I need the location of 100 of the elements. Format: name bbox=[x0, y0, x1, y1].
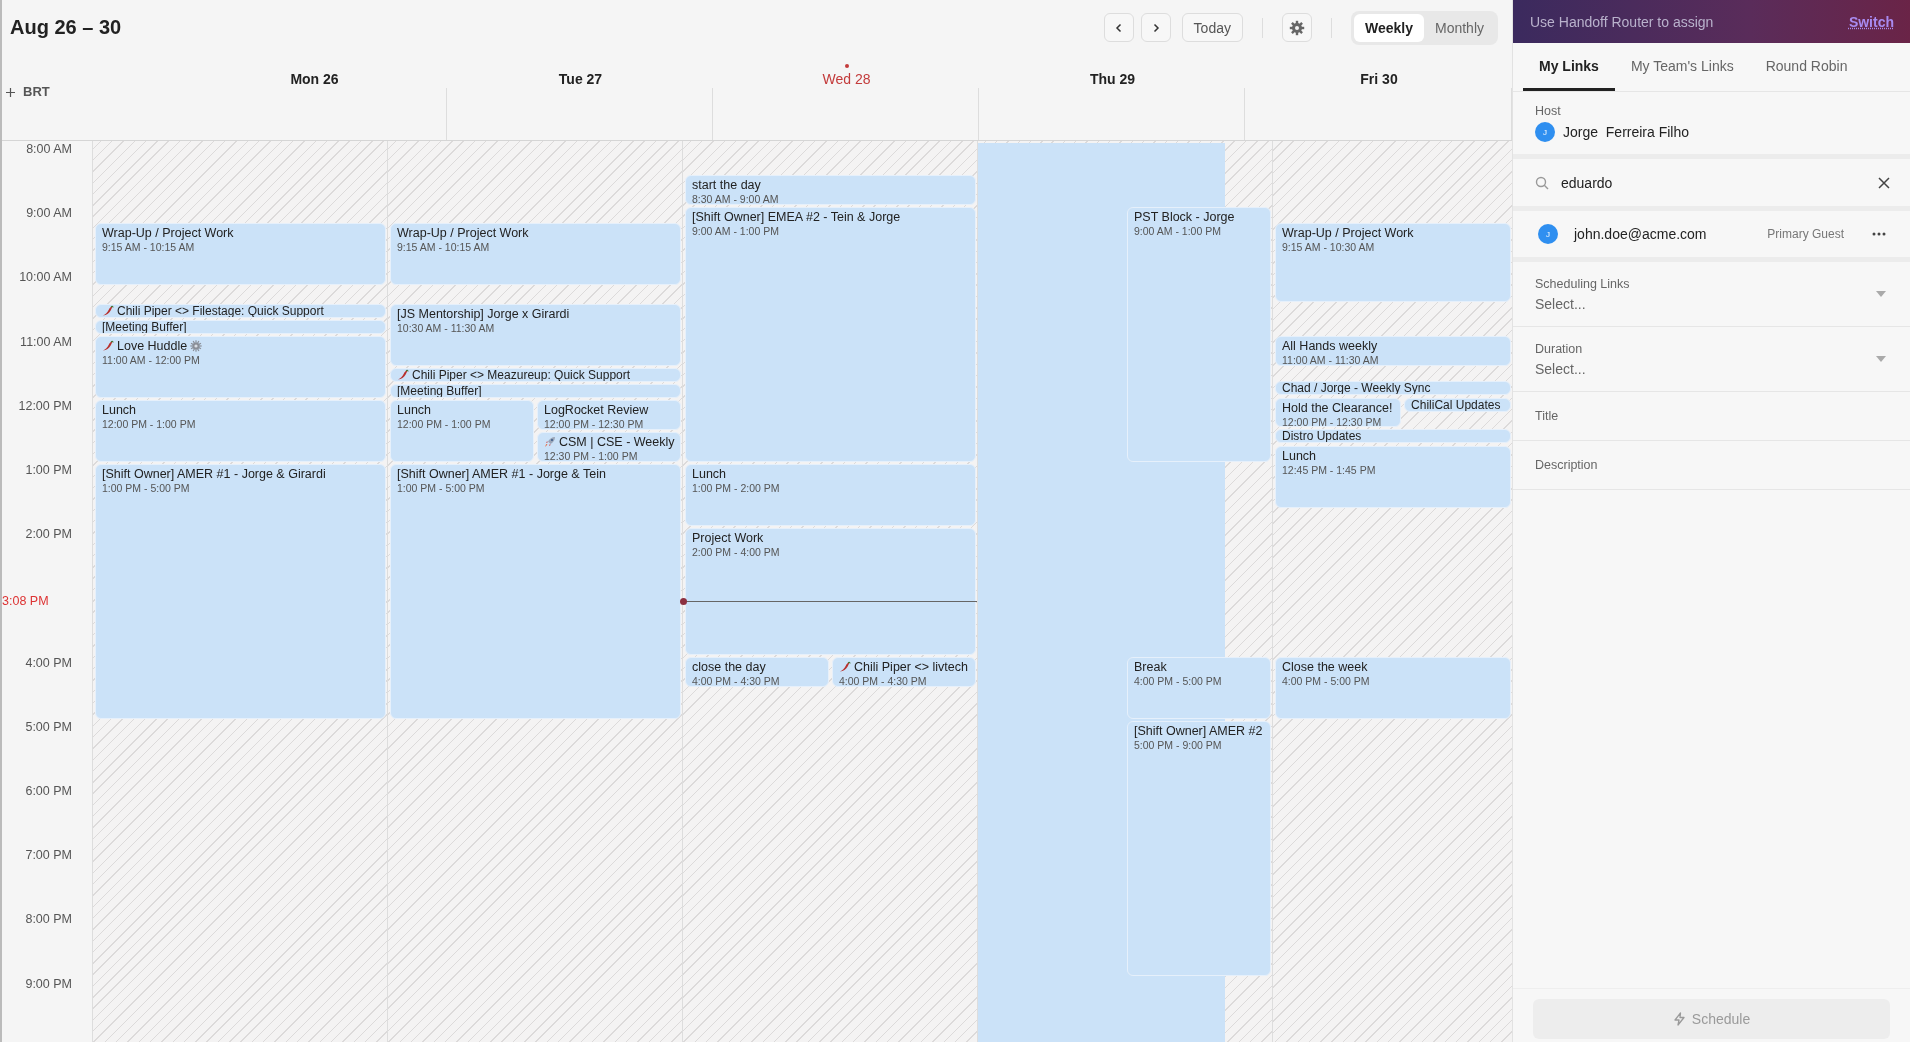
time-label: 1:00 PM bbox=[25, 463, 72, 477]
avatar: J bbox=[1535, 122, 1555, 142]
view-tab[interactable]: Weekly bbox=[1353, 13, 1424, 42]
event-time: 9:15 AM - 10:15 AM bbox=[102, 241, 196, 254]
calendar-event[interactable]: Lunch 12:00 PM - 1:00 PM bbox=[390, 399, 534, 462]
event-time: 8:30 AM - 9:00 AM bbox=[692, 193, 780, 205]
calendar-event[interactable]: Distro Updates bbox=[1275, 428, 1511, 443]
event-title: Wrap-Up / Project Work bbox=[102, 226, 234, 242]
event-time: 12:30 PM - 1:00 PM bbox=[544, 449, 639, 461]
time-label: 6:00 PM bbox=[25, 784, 72, 798]
calendar-event[interactable]: [Shift Owner] EMEA #2 - Tein & Jorge 9:00 AM - 1:00 PM bbox=[685, 207, 976, 462]
time-label: 9:00 PM bbox=[25, 976, 72, 991]
guest-role: Primary Guest bbox=[1767, 227, 1844, 241]
banner-text: Use Handoff Router to assign bbox=[1530, 13, 1714, 30]
panel-tab[interactable]: My Links bbox=[1523, 43, 1615, 91]
event-time: 12:45 PM - 1:45 PM bbox=[1282, 464, 1377, 476]
event-title: start the day bbox=[692, 178, 761, 194]
calendar-event[interactable]: [Shift Owner] AMER #2 5:00 PM - 9:00 PM bbox=[1127, 720, 1271, 976]
calendar-event[interactable]: CSM | CSE - Weekly 12:30 PM - 1:00 PM bbox=[537, 431, 681, 462]
timezone-label[interactable]: BRT bbox=[23, 84, 50, 99]
calendar-event[interactable]: Love Huddle 11:00 AM - 12:00 PM bbox=[95, 335, 386, 398]
time-label: 8:00 AM bbox=[26, 142, 72, 156]
calendar-event[interactable]: Wrap-Up / Project Work 9:15 AM - 10:15 AM bbox=[95, 223, 386, 286]
calendar-event[interactable]: Lunch 1:00 PM - 2:00 PM bbox=[685, 464, 976, 527]
chevron-left-icon bbox=[1115, 23, 1121, 32]
today-button[interactable]: Today bbox=[1181, 13, 1243, 42]
event-title: Wrap-Up / Project Work bbox=[397, 226, 529, 242]
time-label: 10:00 AM bbox=[19, 270, 72, 285]
event-time: 10:30 AM - 11:30 AM bbox=[397, 321, 496, 334]
guest-email: john.doe@acme.com bbox=[1574, 226, 1708, 242]
view-tab[interactable]: Monthly bbox=[1423, 13, 1495, 42]
day-label: Thu 29 bbox=[1089, 71, 1136, 87]
event-time: 4:00 PM - 5:00 PM bbox=[1134, 674, 1223, 687]
event-title: Lunch bbox=[1282, 449, 1317, 464]
calendar-event[interactable]: Close the week 4:00 PM - 5:00 PM bbox=[1275, 656, 1511, 719]
calendar-event[interactable]: Chad / Jorge - Weekly Sync bbox=[1275, 380, 1511, 395]
time-label: 7:00 PM bbox=[25, 848, 72, 863]
settings-button[interactable] bbox=[1281, 13, 1312, 42]
calendar-event[interactable]: Project Work 2:00 PM - 4:00 PM bbox=[685, 528, 976, 655]
select-field[interactable]: Duration Select... bbox=[1513, 327, 1910, 392]
event-title: [Shift Owner] AMER #1 - Jorge & Girardi bbox=[102, 467, 326, 482]
text-field[interactable]: Description bbox=[1513, 441, 1910, 490]
event-time: 9:15 AM - 10:15 AM bbox=[397, 241, 491, 254]
text-field[interactable]: Title bbox=[1513, 392, 1910, 441]
event-title: Break bbox=[1134, 659, 1167, 675]
chili-pepper-icon bbox=[397, 369, 409, 381]
calendar-event[interactable]: [Meeting Buffer] bbox=[95, 319, 386, 334]
caret-icon bbox=[1876, 291, 1886, 297]
calendar-event[interactable]: Chili Piper <> Meazureup: Quick Support bbox=[390, 367, 681, 382]
calendar-event[interactable]: [Shift Owner] AMER #1 - Jorge & Tein 1:00 PM - 5:00 PM bbox=[390, 464, 681, 719]
event-time: 9:00 AM - 1:00 PM bbox=[1134, 225, 1222, 238]
calendar-event[interactable]: Chili Piper <> livtech 4:00 PM - 4:30 PM bbox=[832, 656, 976, 687]
calendar-event[interactable]: Chili Piper <> Filestage: Quick Support bbox=[95, 303, 386, 318]
event-title: ChiliCal Updates bbox=[1411, 398, 1501, 411]
time-label: 9:00 AM bbox=[26, 206, 72, 221]
event-title: [Meeting Buffer] bbox=[102, 320, 187, 333]
event-title: LogRocket Review bbox=[544, 402, 649, 418]
panel-tab[interactable]: My Team's Links bbox=[1614, 43, 1750, 91]
add-timezone-icon[interactable] bbox=[6, 88, 15, 97]
event-time: 4:00 PM - 4:30 PM bbox=[692, 674, 781, 686]
date-range-title: Aug 26 – 30 bbox=[10, 16, 122, 39]
previous-button[interactable] bbox=[1103, 13, 1134, 42]
search-field[interactable]: eduardo bbox=[1561, 174, 1866, 191]
event-time: 4:00 PM - 5:00 PM bbox=[1282, 674, 1371, 687]
panel-tab[interactable]: Round Robin bbox=[1749, 43, 1864, 91]
calendar-event[interactable]: Lunch 12:00 PM - 1:00 PM bbox=[95, 399, 386, 462]
settings-icon bbox=[1288, 19, 1305, 36]
rocket-icon bbox=[544, 436, 556, 449]
calendar-event[interactable]: Wrap-Up / Project Work 9:15 AM - 10:15 AM bbox=[390, 223, 681, 286]
event-title: Lunch bbox=[397, 402, 432, 418]
close-icon[interactable] bbox=[1878, 176, 1890, 189]
calendar-event[interactable]: Lunch 12:45 PM - 1:45 PM bbox=[1275, 446, 1511, 509]
calendar-event[interactable]: [JS Mentorship] Jorge x Girardi 10:30 AM - 11:30 AM bbox=[390, 303, 681, 366]
calendar-event[interactable]: ChiliCal Updates bbox=[1404, 397, 1511, 412]
event-time: 12:00 PM - 1:00 PM bbox=[102, 417, 197, 430]
event-time: 5:00 PM - 9:00 PM bbox=[1134, 738, 1223, 751]
day-label: Mon 26 bbox=[290, 71, 339, 87]
event-time: 11:00 AM - 12:00 PM bbox=[102, 353, 201, 366]
calendar-event[interactable]: start the day 8:30 AM - 9:00 AM bbox=[685, 175, 976, 206]
event-time: 12:00 PM - 12:30 PM bbox=[544, 417, 645, 429]
calendar-event[interactable]: Break 4:00 PM - 5:00 PM bbox=[1127, 656, 1271, 719]
more-icon[interactable] bbox=[1872, 232, 1886, 236]
switch-link[interactable]: Switch bbox=[1848, 13, 1894, 30]
calendar-event[interactable]: All Hands weekly 11:00 AM - 11:30 AM bbox=[1275, 335, 1511, 366]
event-title: [Shift Owner] AMER #1 - Jorge & Tein bbox=[397, 467, 606, 482]
calendar-event[interactable]: [Shift Owner] AMER #1 - Jorge & Girardi 1:00 PM - 5:00 PM bbox=[95, 464, 386, 719]
event-title: Chili Piper <> livtech bbox=[854, 659, 968, 675]
event-title: Lunch bbox=[692, 467, 727, 482]
select-field[interactable]: Scheduling Links Select... bbox=[1513, 262, 1910, 327]
calendar-event[interactable]: Wrap-Up / Project Work 9:15 AM - 10:30 AM bbox=[1275, 223, 1511, 302]
calendar-event[interactable]: LogRocket Review 12:00 PM - 12:30 PM bbox=[537, 399, 681, 430]
calendar-event[interactable]: Hold the Clearance! 12:00 PM - 12:30 PM bbox=[1275, 397, 1402, 427]
next-button[interactable] bbox=[1140, 13, 1171, 42]
event-time: 11:00 AM - 11:30 AM bbox=[1282, 353, 1380, 365]
current-time-label: 3:08 PM bbox=[2, 593, 49, 608]
calendar-event[interactable]: PST Block - Jorge 9:00 AM - 1:00 PM bbox=[1127, 207, 1271, 462]
calendar-event[interactable]: close the day 4:00 PM - 4:30 PM bbox=[685, 656, 829, 687]
event-title: Chili Piper <> Meazureup: Quick Support bbox=[412, 368, 631, 381]
calendar-event[interactable]: [Meeting Buffer] bbox=[390, 383, 681, 398]
event-title: Distro Updates bbox=[1282, 429, 1362, 442]
